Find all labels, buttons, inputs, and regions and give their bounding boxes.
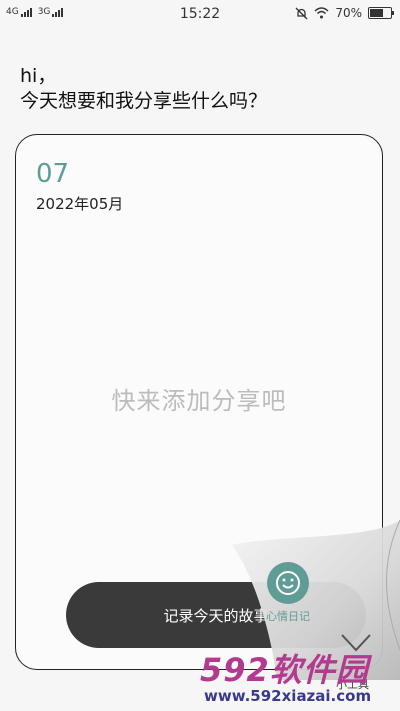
mood-diary-button[interactable]: 心情日记 xyxy=(258,562,318,624)
watermark-big: 592软件园 xyxy=(200,651,369,689)
empty-placeholder: 快来添加分享吧 xyxy=(111,387,287,415)
battery-level xyxy=(370,9,383,17)
mute-bell-icon xyxy=(295,7,308,19)
greeting-line-1: hi， xyxy=(20,65,57,87)
status-right: 70% xyxy=(295,6,394,20)
battery-percent: 70% xyxy=(335,6,362,20)
smile-icon xyxy=(276,571,300,595)
watermark: 592软件园 www.592xiazai.com xyxy=(198,645,398,709)
day-number: 07 xyxy=(36,159,70,189)
status-bar: 4G 3G 15:22 70% xyxy=(0,0,400,28)
mood-circle xyxy=(267,562,309,604)
mood-diary-label: 心情日记 xyxy=(266,610,310,623)
greeting: hi， 今天想要和我分享些什么吗？ xyxy=(20,64,267,114)
wifi-icon xyxy=(314,7,329,19)
month-label: 2022年05月 xyxy=(36,195,124,213)
watermark-small: www.592xiazai.com xyxy=(204,687,372,705)
battery-icon xyxy=(368,7,394,19)
greeting-line-2: 今天想要和我分享些什么吗？ xyxy=(20,90,268,112)
